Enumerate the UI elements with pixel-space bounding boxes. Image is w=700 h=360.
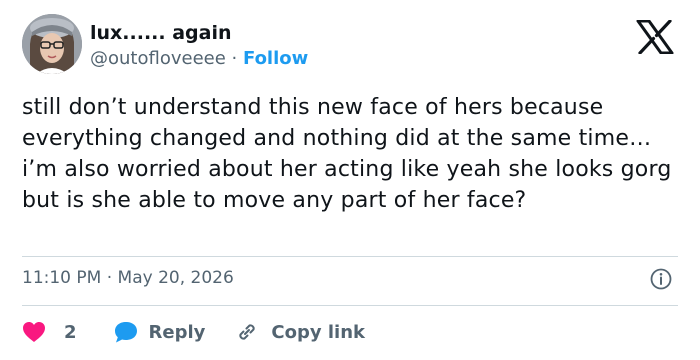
speech-bubble-icon (114, 322, 137, 343)
reply-button[interactable]: Reply (113, 320, 236, 344)
tweet-timestamp[interactable]: 11:10 PM · May 20, 2026 (22, 266, 234, 290)
display-name[interactable]: lux...... again (90, 21, 232, 45)
user-handle[interactable]: @outofloveeee (90, 48, 226, 69)
heart-icon (23, 322, 45, 342)
copy-link-label: Copy link (271, 321, 365, 343)
action-bar: 2 Reply Copy link (22, 318, 365, 346)
like-count: 2 (64, 321, 77, 343)
link-icon (239, 324, 255, 340)
like-button[interactable]: 2 (22, 321, 113, 343)
x-logo-icon[interactable] (636, 19, 674, 55)
avatar[interactable] (22, 14, 82, 74)
info-icon[interactable] (650, 268, 672, 290)
divider (22, 256, 678, 257)
reply-label: Reply (148, 321, 206, 343)
tweet-text: still don’t understand this new face of … (22, 95, 672, 213)
separator-dot: · (231, 48, 238, 69)
copy-link-button[interactable]: Copy link (235, 320, 365, 344)
handle-row: @outofloveeee · Follow (90, 47, 308, 71)
follow-button[interactable]: Follow (243, 48, 308, 69)
divider (22, 305, 678, 306)
avatar-image (22, 14, 82, 74)
